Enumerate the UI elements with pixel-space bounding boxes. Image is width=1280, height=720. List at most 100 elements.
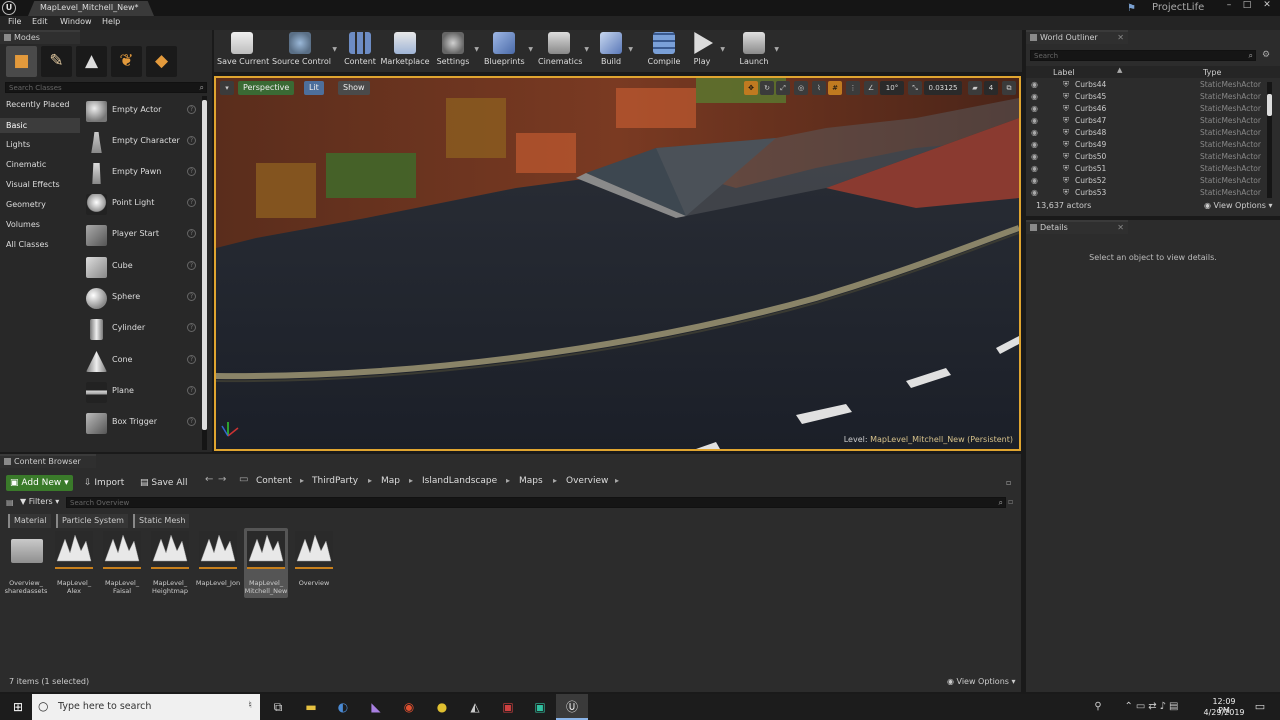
perspective-button[interactable]: Perspective (238, 81, 295, 95)
lock-icon[interactable]: ▫ (1006, 478, 1011, 487)
category-cinematic[interactable]: Cinematic (6, 160, 46, 169)
category-visual-effects[interactable]: Visual Effects (6, 180, 60, 189)
breadcrumb-maps[interactable]: Maps (519, 476, 543, 486)
outliner-scrollbar[interactable] (1267, 82, 1272, 198)
class-empty-character[interactable]: Empty Character? (81, 129, 199, 157)
save-all-button[interactable]: ▤ Save All (140, 475, 188, 491)
origin-icon[interactable]: ◉ (393, 694, 425, 720)
menu-help[interactable]: Help (102, 17, 120, 26)
class-cone[interactable]: Cone? (81, 348, 199, 376)
save-current-button[interactable]: Save Current (217, 32, 269, 70)
help-icon[interactable]: ? (187, 355, 196, 364)
dropdown-arrow-icon[interactable]: ▼ (774, 46, 779, 53)
search-classes-input[interactable]: Search Classes ⌕ (5, 82, 207, 93)
build-button[interactable]: Build ▼ (598, 32, 633, 70)
modes-tab[interactable]: Modes (0, 30, 80, 44)
filter-particle-system[interactable]: Particle System (56, 514, 128, 528)
outliner-row[interactable]: ◉ ⛨ Curbs49 StaticMeshActor (1026, 140, 1266, 152)
outliner-row[interactable]: ◉ ⛨ Curbs51 StaticMeshActor (1026, 164, 1266, 176)
outliner-search-input[interactable]: Search ⌕ (1030, 50, 1256, 61)
rotate-tool-icon[interactable]: ↻ (760, 81, 774, 95)
sources-toggle-icon[interactable]: ▤ (6, 498, 14, 507)
level-viewport[interactable]: ▾ Perspective Lit Show ✥ ↻ ⤢ ◎ ⌇ # ⋮ ∠ 1… (214, 76, 1021, 451)
grid-snap-icon[interactable]: # (828, 81, 842, 95)
outliner-row[interactable]: ◉ ⛨ Curbs48 StaticMeshActor (1026, 128, 1266, 140)
visibility-eye-icon[interactable]: ◉ (1031, 104, 1038, 113)
class-cube[interactable]: Cube? (81, 254, 199, 282)
marketplace-button[interactable]: Marketplace (380, 32, 430, 70)
filters-button[interactable]: ▼ Filters ▾ (20, 497, 59, 506)
maximize-button[interactable]: □ (1238, 0, 1256, 12)
type-column-header[interactable]: Type (1203, 68, 1221, 77)
class-cylinder[interactable]: Cylinder? (81, 316, 199, 344)
viewport-options-icon[interactable]: ▾ (220, 81, 234, 95)
chevron-right-icon[interactable]: ▸ (300, 476, 304, 485)
category-recently-placed[interactable]: Recently Placed (6, 100, 70, 109)
class-sphere[interactable]: Sphere? (81, 285, 199, 313)
outliner-row[interactable]: ◉ ⛨ Curbs46 StaticMeshActor (1026, 104, 1266, 116)
class-point-light[interactable]: Point Light? (81, 191, 199, 219)
outliner-row[interactable]: ◉ ⛨ Curbs44 StaticMeshActor (1026, 80, 1266, 92)
outliner-row[interactable]: ◉ ⛨ Curbs50 StaticMeshActor (1026, 152, 1266, 164)
folder-path-icon[interactable]: ▭ (239, 474, 248, 485)
add-new-button[interactable]: ▣ Add New ▾ (6, 475, 73, 491)
class-plane[interactable]: Plane? (81, 379, 199, 407)
chevron-right-icon[interactable]: ▸ (506, 476, 510, 485)
help-icon[interactable]: ? (187, 386, 196, 395)
outliner-row[interactable]: ◉ ⛨ Curbs45 StaticMeshActor (1026, 92, 1266, 104)
settings-button[interactable]: Settings ▼ (436, 32, 479, 70)
content-search-input[interactable]: Search Overview ⌕ (66, 497, 1006, 508)
class-box-trigger[interactable]: Box Trigger? (81, 410, 199, 438)
rotation-snap-value[interactable]: 10° (880, 81, 904, 95)
menu-edit[interactable]: Edit (32, 17, 48, 26)
lit-button[interactable]: Lit (304, 81, 324, 95)
blueprints-button[interactable]: Blueprints ▼ (484, 32, 533, 70)
scale-snap-value[interactable]: 0.03125 (924, 81, 962, 95)
category-all-classes[interactable]: All Classes (6, 240, 49, 249)
help-icon[interactable]: ? (187, 136, 196, 145)
steam-icon[interactable]: ◐ (327, 694, 359, 720)
content-button[interactable]: Content (342, 32, 378, 70)
help-icon[interactable]: ? (187, 105, 196, 114)
menu-window[interactable]: Window (60, 17, 92, 26)
menu-file[interactable]: File (8, 17, 21, 26)
breadcrumb-map[interactable]: Map (381, 476, 400, 486)
chrome-icon[interactable]: ● (426, 694, 458, 720)
play-button[interactable]: Play ▼ (688, 32, 725, 70)
dropdown-arrow-icon[interactable]: ▼ (332, 46, 337, 53)
source-control-button[interactable]: Source Control ▼ (272, 32, 337, 70)
maximize-viewport-icon[interactable]: ⧉ (1002, 81, 1016, 95)
rotation-snap-icon[interactable]: ∠ (864, 81, 878, 95)
label-column-header[interactable]: Label (1053, 68, 1075, 77)
outliner-settings-icon[interactable]: ⚙ (1262, 50, 1270, 60)
breadcrumb-content[interactable]: Content (256, 476, 292, 486)
category-geometry[interactable]: Geometry (6, 200, 46, 209)
category-volumes[interactable]: Volumes (6, 220, 40, 229)
class-empty-pawn[interactable]: Empty Pawn? (81, 160, 199, 188)
save-search-icon[interactable]: ▫ (1008, 497, 1013, 506)
surface-snap-icon[interactable]: ⌇ (812, 81, 826, 95)
help-icon[interactable]: ? (187, 167, 196, 176)
foliage-mode-button[interactable]: ❦ (111, 46, 142, 77)
visibility-eye-icon[interactable]: ◉ (1031, 140, 1038, 149)
filter-material[interactable]: Material (8, 514, 51, 528)
asset-map[interactable]: MapLevel_Jon (196, 528, 240, 598)
class-player-start[interactable]: Player Start? (81, 222, 199, 250)
launch-button[interactable]: Launch ▼ (738, 32, 779, 70)
cinematics-button[interactable]: Cinematics ▼ (538, 32, 589, 70)
category-basic[interactable]: Basic (0, 118, 80, 133)
import-button[interactable]: ⇩ Import (84, 475, 124, 491)
back-arrow-icon[interactable]: ← (205, 474, 213, 485)
visual-studio-icon[interactable]: ◣ (360, 694, 392, 720)
visibility-eye-icon[interactable]: ◉ (1031, 188, 1038, 197)
unreal-taskbar-icon[interactable]: Ⓤ (556, 694, 588, 720)
minimize-button[interactable]: – (1220, 0, 1238, 12)
chevron-right-icon[interactable]: ▸ (368, 476, 372, 485)
asset-folder[interactable]: Overview_ sharedassets (4, 528, 48, 598)
scale-snap-icon[interactable]: ⤡ (908, 81, 922, 95)
outliner-scrollbar-thumb[interactable] (1267, 94, 1272, 116)
notification-flag-icon[interactable]: ⚑ (1127, 3, 1136, 14)
outliner-row[interactable]: ◉ ⛨ Curbs52 StaticMeshActor (1026, 176, 1266, 188)
grid-size-icon[interactable]: ⋮ (846, 81, 860, 95)
task-view-icon[interactable]: ⧉ (262, 694, 294, 720)
